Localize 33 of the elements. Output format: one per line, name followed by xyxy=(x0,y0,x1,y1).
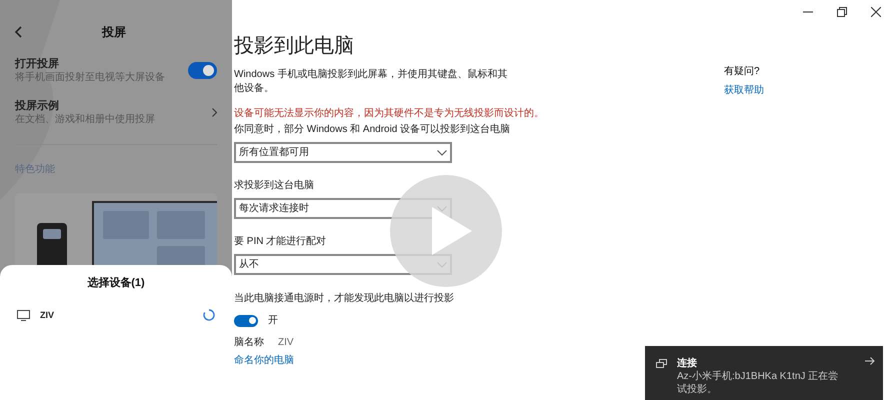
pc-name-value: ZIV xyxy=(278,336,294,350)
toggle-switch[interactable] xyxy=(188,62,217,79)
field-label: 求投影到这台电脑 xyxy=(234,179,315,193)
chevron-right-icon xyxy=(212,108,217,117)
toggle-label: 开 xyxy=(268,314,278,328)
field-label: 要 PIN 才能进行配对 xyxy=(234,235,328,249)
field-label: 脑名称 xyxy=(234,336,264,350)
field-label: 你同意时，部分 Windows 和 Android 设备可以投影到这台电脑 xyxy=(234,123,512,137)
monitor-icon xyxy=(17,310,30,321)
device-name: ZIV xyxy=(40,308,56,322)
chevron-down-icon xyxy=(437,150,447,156)
screen-title: 投屏 xyxy=(102,24,126,41)
item-subtitle: 将手机画面投射至电视等大屏设备 xyxy=(15,71,165,84)
help-link[interactable]: 获取帮助 xyxy=(724,83,764,98)
device-item[interactable]: ZIV xyxy=(0,308,232,322)
toast-message: Az-小米手机:bJ1BHKa K1tnJ 正在尝试投影。 xyxy=(677,370,840,396)
toast-title: 连接 xyxy=(677,357,698,370)
item-title: 投屏示例 xyxy=(15,99,60,113)
sheet-title: 选择设备(1) xyxy=(86,276,146,291)
description-text: Windows 手机或电脑投影到此屏幕，并使用其键盘、鼠标和其他设备。 xyxy=(234,68,508,96)
page-title: 投影到此电脑 xyxy=(234,34,355,59)
toggle-switch[interactable] xyxy=(234,314,258,326)
help-question: 有疑问? xyxy=(724,64,761,79)
cast-icon xyxy=(656,359,667,368)
field-label: 当此电脑接通电源时，才能发现此电脑以进行投影 xyxy=(234,292,455,306)
arrow-right-icon[interactable] xyxy=(865,357,875,365)
rename-link[interactable]: 命名你的电脑 xyxy=(234,353,534,368)
dropdown[interactable]: 所有位置都可用 xyxy=(234,142,452,163)
item-title: 打开投屏 xyxy=(15,57,60,71)
back-icon[interactable] xyxy=(15,26,22,38)
restore-icon[interactable] xyxy=(837,7,847,17)
item-subtitle: 在文档、游戏和相册中使用投屏 xyxy=(15,113,155,126)
close-icon[interactable] xyxy=(871,7,881,17)
